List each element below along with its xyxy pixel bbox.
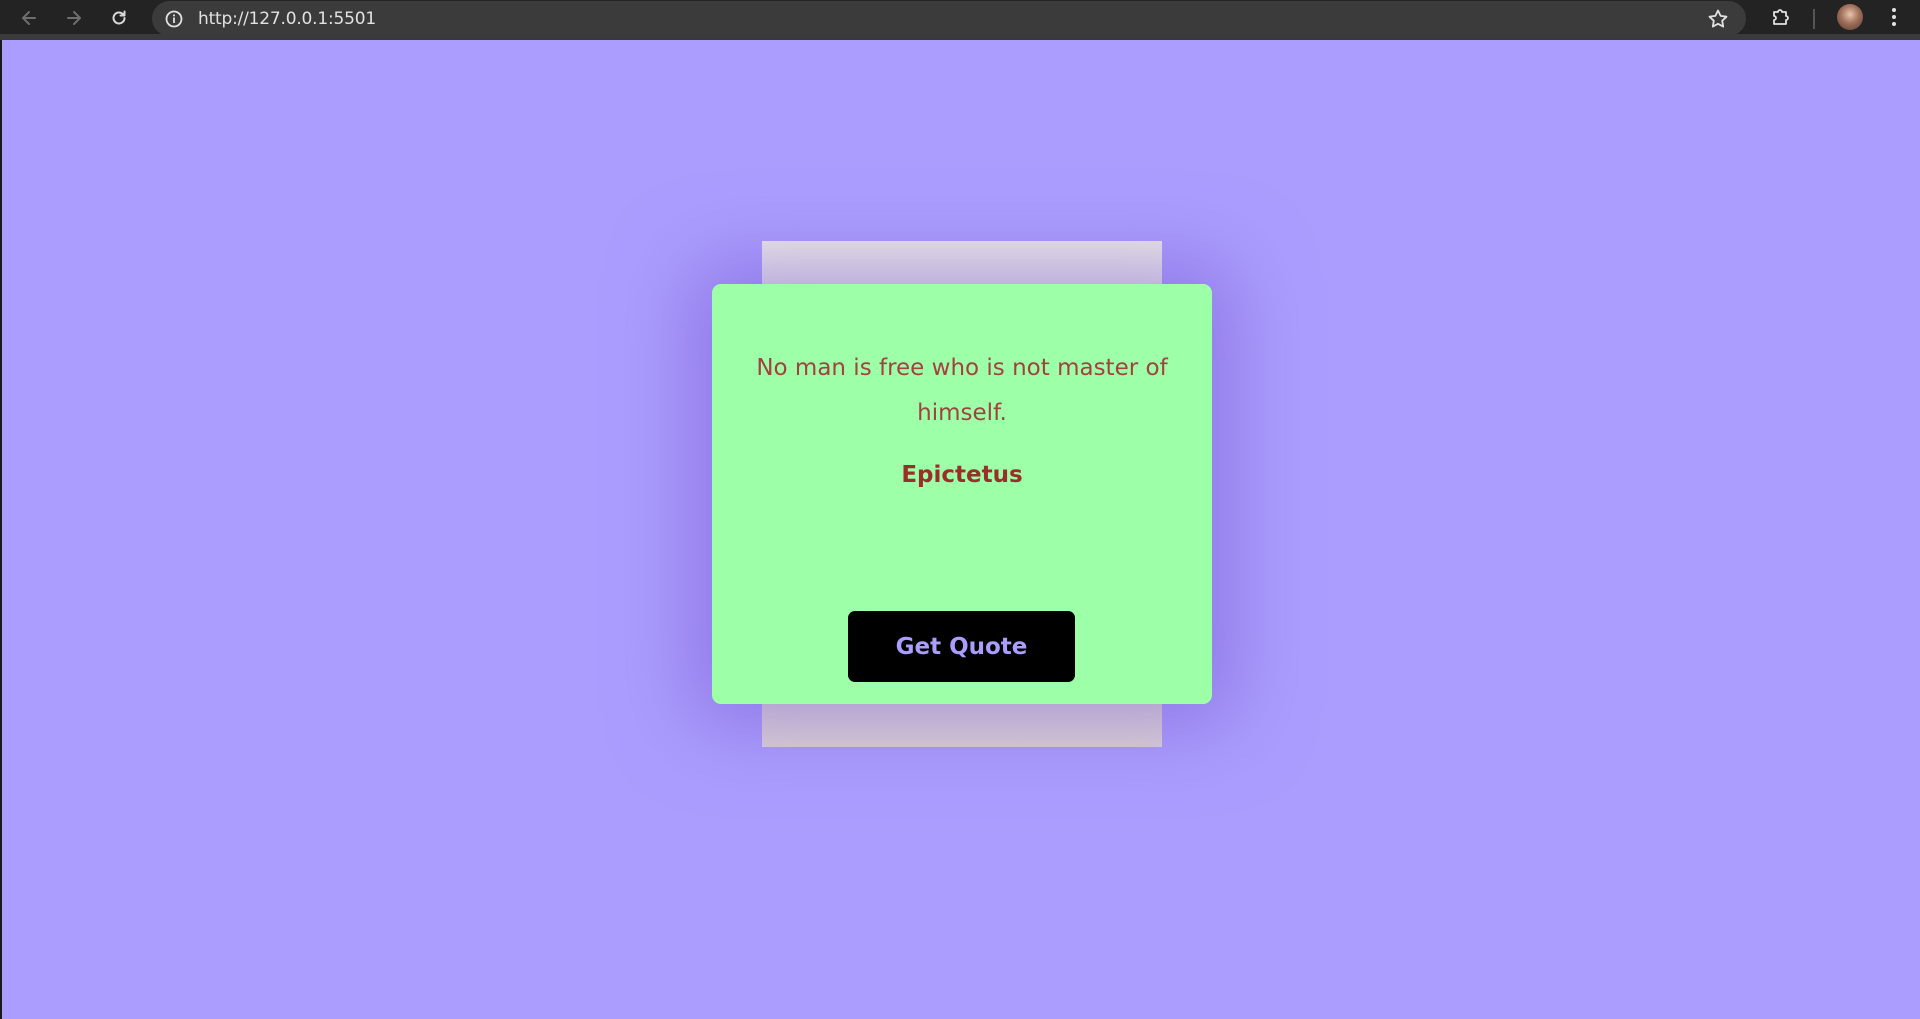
back-button[interactable] xyxy=(17,6,41,30)
browser-toolbar: http://127.0.0.1:5501 xyxy=(0,0,1920,40)
quote-author: Epictetus xyxy=(901,462,1023,488)
address-bar[interactable]: http://127.0.0.1:5501 xyxy=(152,1,1746,36)
star-icon[interactable] xyxy=(1707,8,1729,30)
window-edge xyxy=(0,40,2,1019)
reload-icon xyxy=(112,10,126,25)
puzzle-icon xyxy=(1773,9,1789,25)
browser-menu-button[interactable] xyxy=(1882,5,1906,29)
forward-button[interactable] xyxy=(62,6,86,30)
url-text[interactable]: http://127.0.0.1:5501 xyxy=(198,9,376,29)
arrow-left-icon xyxy=(22,11,36,25)
arrow-right-icon xyxy=(67,11,81,25)
get-quote-button[interactable]: Get Quote xyxy=(848,611,1075,682)
quote-card: No man is free who is not master of hims… xyxy=(712,284,1212,704)
reload-button[interactable] xyxy=(107,6,131,30)
avatar[interactable] xyxy=(1837,4,1863,30)
toolbar-divider xyxy=(1813,9,1815,29)
extensions-button[interactable] xyxy=(1769,5,1793,29)
info-icon[interactable] xyxy=(164,9,184,29)
quote-text: No man is free who is not master of hims… xyxy=(756,355,1168,426)
kebab-menu-icon xyxy=(1892,8,1896,26)
